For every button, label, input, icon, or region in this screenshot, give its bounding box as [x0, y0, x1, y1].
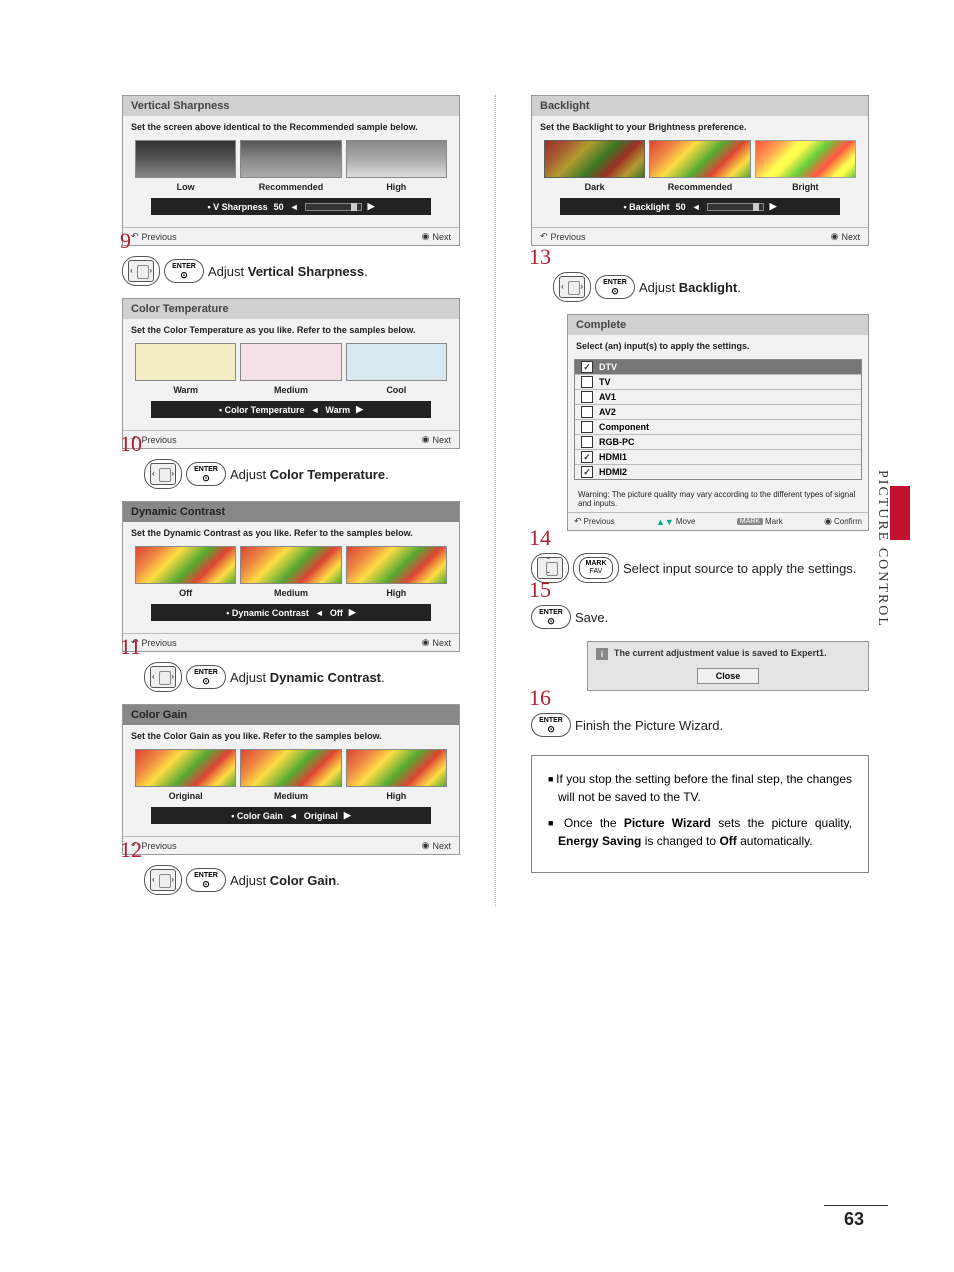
- save-message: The current adjustment value is saved to…: [614, 648, 827, 658]
- checkbox-icon: [581, 376, 593, 388]
- panel-color-gain: Color Gain Set the Color Gain as you lik…: [122, 704, 460, 855]
- enter-button[interactable]: ENTER⊙: [186, 665, 226, 689]
- prev-button[interactable]: ↶Previous: [574, 516, 615, 527]
- dpad-button[interactable]: ‹›: [122, 256, 160, 286]
- note-2: Once the Picture Wizard sets the pic­tur…: [548, 814, 852, 850]
- input-row-tv[interactable]: TV: [575, 375, 861, 390]
- dpad-button[interactable]: ‹›: [144, 662, 182, 692]
- checkbox-icon: [581, 406, 593, 418]
- prev-button[interactable]: ↶Previous: [131, 231, 177, 242]
- panel-complete: Complete Select (an) input(s) to apply t…: [567, 314, 869, 531]
- next-button[interactable]: ◉Next: [422, 840, 451, 851]
- sample-bright: [755, 140, 856, 178]
- side-accent: [890, 486, 910, 540]
- next-button[interactable]: ◉Next: [831, 231, 860, 242]
- sample-medium: [240, 546, 341, 584]
- save-confirmation-panel: i The current adjustment value is saved t…: [587, 641, 869, 691]
- section-tab: PICTURE CONTROL: [874, 470, 890, 628]
- sample-original: [135, 749, 236, 787]
- input-row-component[interactable]: Component: [575, 420, 861, 435]
- input-row-av1[interactable]: AV1: [575, 390, 861, 405]
- sample-high: [346, 140, 447, 178]
- input-row-hdmi2[interactable]: ✓HDMI2: [575, 465, 861, 479]
- dpad-button[interactable]: ‹›: [144, 459, 182, 489]
- prev-button[interactable]: ↶Previous: [540, 231, 586, 242]
- slider-color-temp[interactable]: • Color Temperature◄Warm▶: [151, 401, 431, 418]
- mark-fav-button[interactable]: MARKFAV: [573, 553, 619, 583]
- checkbox-icon: ✓: [581, 451, 593, 463]
- next-button[interactable]: ◉Next: [422, 637, 451, 648]
- input-row-hdmi1[interactable]: ✓HDMI1: [575, 450, 861, 465]
- enter-button[interactable]: ENTER⊙: [186, 868, 226, 892]
- sample-high: [346, 749, 447, 787]
- sample-high: [346, 546, 447, 584]
- step-11: 11 ‹› ENTER⊙ Adjust Dynamic Contrast.: [122, 662, 460, 692]
- warning-text: Warning: The picture quality may vary ac…: [568, 486, 868, 512]
- sample-dark: [544, 140, 645, 178]
- input-row-av2[interactable]: AV2: [575, 405, 861, 420]
- dpad-button[interactable]: ‹›: [553, 272, 591, 302]
- column-divider: [495, 95, 496, 907]
- step-13: 13 ‹› ENTER⊙ Adjust Backlight.: [531, 272, 869, 302]
- input-row-rgbpc[interactable]: RGB-PC: [575, 435, 861, 450]
- sample-cool: [346, 343, 447, 381]
- enter-button[interactable]: ENTER⊙: [186, 462, 226, 486]
- checkbox-icon: [581, 391, 593, 403]
- page-number: 63: [844, 1205, 888, 1230]
- slider-v-sharpness[interactable]: • V Sharpness50◄▶: [151, 198, 431, 215]
- dpad-button[interactable]: ‹›: [144, 865, 182, 895]
- checkbox-icon: [581, 421, 593, 433]
- mark-hint: MARKMark: [737, 517, 783, 526]
- input-list: ✓DTV TV AV1 AV2 Component RGB-PC ✓HDMI1 …: [574, 359, 862, 480]
- right-column: Backlight Set the Backlight to your Brig…: [531, 95, 869, 907]
- panel-dynamic-contrast: Dynamic Contrast Set the Dynamic Contras…: [122, 501, 460, 652]
- slider-backlight[interactable]: • Backlight50◄▶: [560, 198, 840, 215]
- panel-backlight: Backlight Set the Backlight to your Brig…: [531, 95, 869, 246]
- checkbox-icon: ✓: [581, 361, 593, 373]
- enter-button[interactable]: ENTER⊙: [595, 275, 635, 299]
- sample-medium: [240, 749, 341, 787]
- close-button[interactable]: Close: [697, 668, 760, 684]
- sample-recommended: [649, 140, 750, 178]
- move-hint: ▲▼Move: [656, 517, 695, 527]
- slider-color-gain[interactable]: • Color Gain◄Original▶: [151, 807, 431, 824]
- step-14: 14 ˆˇ MARKFAV Select input source to app…: [531, 553, 869, 583]
- note-1: If you stop the setting before the final…: [548, 770, 852, 806]
- step-9: 9 ‹› ENTER⊙ Adjust Vertical Sharpness.: [122, 256, 460, 286]
- next-button[interactable]: ◉Next: [422, 434, 451, 445]
- checkbox-icon: [581, 436, 593, 448]
- sample-recommended: [240, 140, 341, 178]
- step-10: 10 ‹› ENTER⊙ Adjust Color Temperature.: [122, 459, 460, 489]
- slider-dynamic-contrast[interactable]: • Dynamic Contrast◄Off▶: [151, 604, 431, 621]
- input-row-dtv[interactable]: ✓DTV: [575, 360, 861, 375]
- notes-box: If you stop the setting before the final…: [531, 755, 869, 873]
- next-button[interactable]: ◉Next: [422, 231, 451, 242]
- sample-warm: [135, 343, 236, 381]
- panel-title: Vertical Sharpness: [123, 96, 459, 116]
- enter-button[interactable]: ENTER⊙: [164, 259, 204, 283]
- panel-color-temperature: Color Temperature Set the Color Temperat…: [122, 298, 460, 449]
- panel-vertical-sharpness: Vertical Sharpness Set the screen above …: [122, 95, 460, 246]
- sample-off: [135, 546, 236, 584]
- step-16: 16 ENTER⊙ Finish the Picture Wizard.: [531, 713, 869, 737]
- sample-medium: [240, 343, 341, 381]
- step-15: 15 ENTER⊙ Save.: [531, 605, 869, 629]
- panel-subtitle: Set the screen above identical to the Re…: [123, 116, 459, 136]
- left-column: Vertical Sharpness Set the screen above …: [122, 95, 460, 907]
- enter-button[interactable]: ENTER⊙: [531, 713, 571, 737]
- confirm-button[interactable]: ◉Confirm: [824, 516, 862, 527]
- step-12: 12 ‹› ENTER⊙ Adjust Color Gain.: [122, 865, 460, 895]
- enter-button[interactable]: ENTER⊙: [531, 605, 571, 629]
- checkbox-icon: ✓: [581, 466, 593, 478]
- sample-low: [135, 140, 236, 178]
- info-icon: i: [596, 648, 608, 660]
